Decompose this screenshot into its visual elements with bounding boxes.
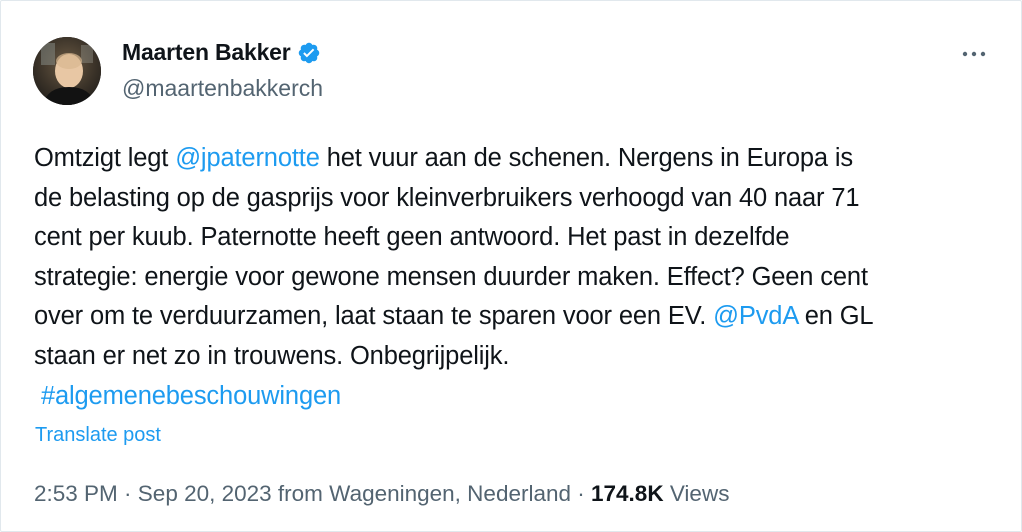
mention-link-jpaternotte[interactable]: @jpaternotte [175,144,320,172]
hashtag-link[interactable]: #algemenebeschouwingen [41,382,341,410]
more-options-icon[interactable] [961,47,987,61]
views-label: Views [663,481,730,506]
author-handle[interactable]: @maartenbakkerch [122,75,323,102]
tweet-text: Omtzigt legt @jpaternotte het vuur aan d… [34,139,984,416]
avatar[interactable] [33,37,101,105]
meta-separator: · [117,481,138,506]
tweet-text-segment: Omtzigt legt [34,144,176,172]
meta-separator: · [571,481,592,506]
author-display-name[interactable]: Maarten Bakker [122,39,291,66]
tweet-date[interactable]: Sep 20, 2023 [138,481,272,506]
tweet-location: from Wageningen, Nederland [271,481,572,506]
tweet-card: Maarten Bakker @maartenbakkerch Omtzigt … [0,0,1022,532]
verified-badge-icon[interactable] [297,41,321,65]
tweet-meta: 2:53 PM · Sep 20, 2023 from Wageningen, … [34,481,729,507]
avatar-image [33,37,101,105]
views-count: 174.8K [591,481,664,506]
author-name-row: Maarten Bakker [122,39,321,66]
mention-link-pvda[interactable]: @PvdA [713,302,798,330]
translate-post-link[interactable]: Translate post [35,424,161,447]
tweet-time[interactable]: 2:53 PM [34,481,118,506]
